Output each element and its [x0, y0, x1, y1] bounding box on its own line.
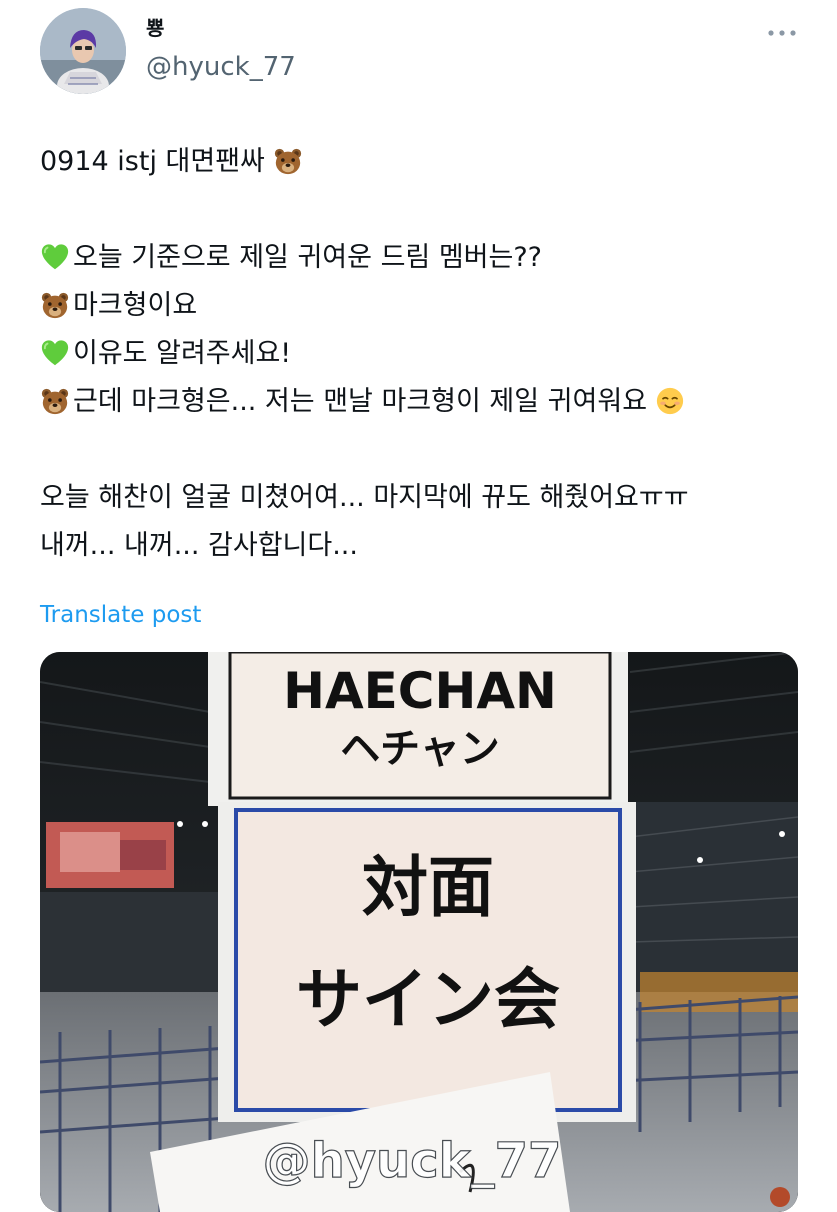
post-text-content: 이유도 알려주세요! [73, 338, 292, 369]
post-text-line: 내꺼... 내꺼... 감사합니다... [40, 522, 810, 570]
smiling-face-icon [655, 384, 685, 415]
bear-icon [273, 144, 303, 175]
post-text-content: 오늘 해찬이 얼굴 미쳤어여... 마지막에 뀨도 해줬어요ㅠㅠ [40, 482, 689, 513]
post-image[interactable]: HAECHAN ヘチャン 対面 サイン会 @hyuck_77 [40, 652, 798, 1212]
sign-main-line1: 対面 [362, 849, 494, 926]
display-name[interactable]: 뿅 [146, 14, 164, 42]
bear-icon [40, 288, 70, 319]
post-text-line: 이유도 알려주세요! [40, 330, 810, 378]
post-text-content: 오늘 기준으로 제일 귀여운 드림 멤버는?? [73, 242, 543, 273]
sign-top-line2: ヘチャン [340, 726, 500, 772]
post-text-content: 0914 istj 대면팬싸 [40, 146, 265, 177]
profile-photo-icon [40, 8, 126, 94]
green-heart-icon [40, 336, 70, 366]
post-text-line: 오늘 기준으로 제일 귀여운 드림 멤버는?? [40, 234, 810, 282]
more-options-button[interactable] [765, 16, 799, 50]
post-text: 0914 istj 대면팬싸오늘 기준으로 제일 귀여운 드림 멤버는?? 마크형… [40, 138, 810, 570]
watermark: @hyuck_77 [263, 1133, 562, 1189]
more-horizontal-icon [768, 30, 796, 36]
post-text-content: 마크형이요 [73, 290, 198, 321]
green-heart-icon [40, 240, 70, 270]
post-text-line: 마크형이요 [40, 282, 810, 330]
post-text-content: 근데 마크형은... 저는 맨날 마크형이 제일 귀여워요 [73, 386, 648, 417]
post-text-line: 근데 마크형은... 저는 맨날 마크형이 제일 귀여워요 [40, 378, 810, 426]
post-text-content: 내꺼... 내꺼... 감사합니다... [40, 530, 358, 561]
sign-main-line2: サイン会 [296, 961, 560, 1038]
post-text-line: 오늘 해찬이 얼굴 미쳤어여... 마지막에 뀨도 해줬어요ㅠㅠ [40, 474, 810, 522]
user-handle[interactable]: @hyuck_77 [146, 50, 296, 84]
bear-icon [40, 384, 70, 415]
venue-photo: HAECHAN ヘチャン 対面 サイン会 @hyuck_77 [40, 652, 798, 1212]
avatar[interactable] [40, 8, 126, 94]
post-text-line: 0914 istj 대면팬싸 [40, 138, 810, 186]
sign-top-line1: HAECHAN [283, 662, 557, 720]
translate-post-link[interactable]: Translate post [40, 598, 201, 632]
